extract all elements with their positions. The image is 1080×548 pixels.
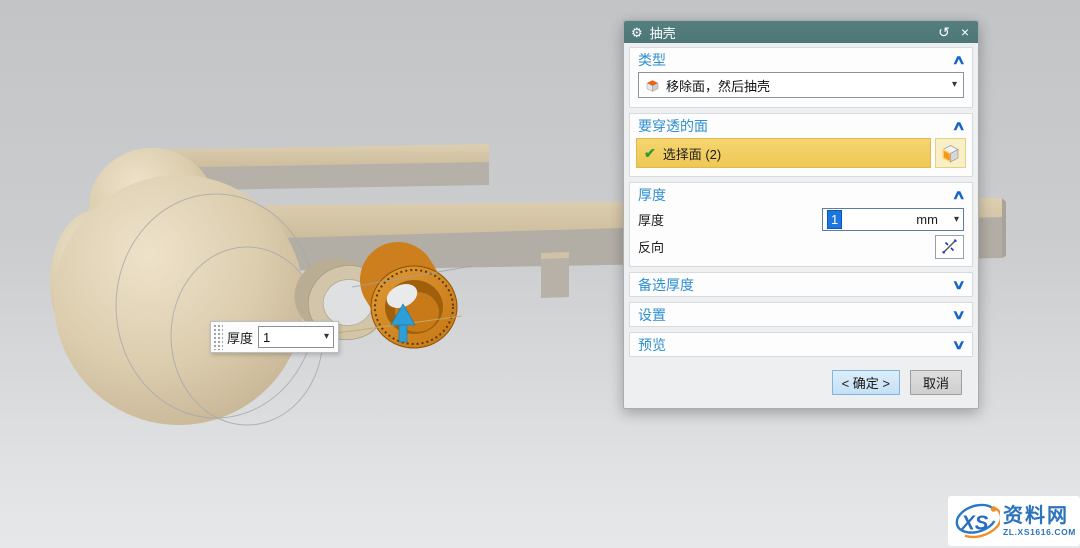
caret-down-icon: ▾ (951, 79, 957, 90)
dialog-titlebar[interactable]: ⚙ 抽壳 ↺ × (624, 21, 978, 43)
caret-down-icon[interactable]: ▾ (324, 332, 329, 342)
section-preview-title: 预览 (638, 336, 666, 353)
section-alt-thickness: 备选厚度 ∨ (629, 272, 973, 297)
thickness-input[interactable]: 1 mm ▾ (822, 208, 964, 231)
onscreen-thickness-label: 厚度 (227, 330, 254, 346)
section-preview: 预览 ∨ (629, 332, 973, 357)
face-select-button[interactable] (935, 138, 966, 168)
onscreen-thickness-input[interactable]: 1 ▾ (258, 326, 334, 348)
drag-handle[interactable] (213, 324, 223, 350)
watermark-monogram: XS (960, 512, 989, 534)
reset-button[interactable]: ↺ (936, 25, 952, 39)
shell-type-cube-icon (646, 79, 659, 92)
cancel-button[interactable]: 取消 (909, 370, 962, 395)
section-faces: 要穿透的面 ∧ ✔ 选择面 (2) (629, 113, 973, 177)
dialog-body: 类型 ∧ 移除面，然后抽壳 ▾ 要穿透的面 ∧ ✔ 选择面 (2) 厚度 ∧ 厚… (624, 43, 978, 357)
model-body-blob[interactable] (50, 148, 324, 426)
select-face-row[interactable]: ✔ 选择面 (2) (636, 138, 931, 168)
thickness-field-label: 厚度 (638, 213, 665, 228)
onscreen-thickness-value: 1 (263, 329, 271, 345)
section-settings: 设置 ∨ (629, 302, 973, 327)
close-button[interactable]: × (959, 25, 971, 39)
section-type-title: 类型 (638, 51, 666, 68)
face-cube-icon (942, 144, 959, 163)
application-window: 厚度 1 ▾ ⚙ 抽壳 ↺ × 类型 ∧ 移除面，然后抽壳 ▾ 要穿透的面 ∧ … (0, 0, 1080, 548)
reverse-direction-label: 反向 (638, 240, 665, 255)
type-dropdown[interactable]: 移除面，然后抽壳 ▾ (638, 72, 964, 98)
section-thickness-title: 厚度 (638, 186, 666, 203)
thickness-unit[interactable]: mm (916, 212, 938, 227)
chevron-down-icon[interactable]: ∨ (952, 337, 966, 353)
select-face-label: 选择面 (2) (662, 146, 722, 162)
thickness-value: 1 (827, 210, 843, 229)
chevron-down-icon[interactable]: ∨ (952, 277, 966, 293)
watermark-site-url: ZL.XS1616.COM (1003, 526, 1076, 537)
gear-icon: ⚙ (631, 24, 643, 40)
check-icon: ✔ (644, 144, 656, 161)
onscreen-thickness-panel: 厚度 1 ▾ (210, 321, 339, 353)
chevron-up-icon[interactable]: ∧ (952, 187, 966, 203)
type-dropdown-value: 移除面，然后抽壳 (666, 78, 771, 94)
ok-button[interactable]: < 确定 > (831, 370, 900, 395)
section-alt-thickness-title: 备选厚度 (638, 276, 694, 293)
section-faces-title: 要穿透的面 (638, 117, 708, 134)
chevron-up-icon[interactable]: ∧ (952, 118, 966, 134)
section-thickness: 厚度 ∧ 厚度 1 mm ▾ 反向 (629, 182, 973, 267)
dialog-footer: < 确定 > 取消 (624, 362, 978, 408)
watermark-site-name: 资料网 (1003, 504, 1069, 527)
watermark-logo: XS 资料网 ZL.XS1616.COM (948, 496, 1080, 546)
xs-logo-icon: XS (955, 503, 1000, 539)
shell-dialog: ⚙ 抽壳 ↺ × 类型 ∧ 移除面，然后抽壳 ▾ 要穿透的面 ∧ ✔ 选择面 (… (623, 20, 979, 409)
reverse-direction-icon (941, 238, 958, 255)
model-foot[interactable] (541, 252, 569, 298)
dialog-title: 抽壳 (649, 25, 676, 41)
caret-down-icon[interactable]: ▾ (954, 214, 959, 225)
section-settings-title: 设置 (638, 306, 666, 323)
chevron-down-icon[interactable]: ∨ (952, 307, 966, 323)
chevron-up-icon[interactable]: ∧ (952, 52, 966, 68)
reverse-direction-button[interactable] (935, 234, 964, 259)
section-type: 类型 ∧ 移除面，然后抽壳 ▾ (629, 47, 973, 108)
